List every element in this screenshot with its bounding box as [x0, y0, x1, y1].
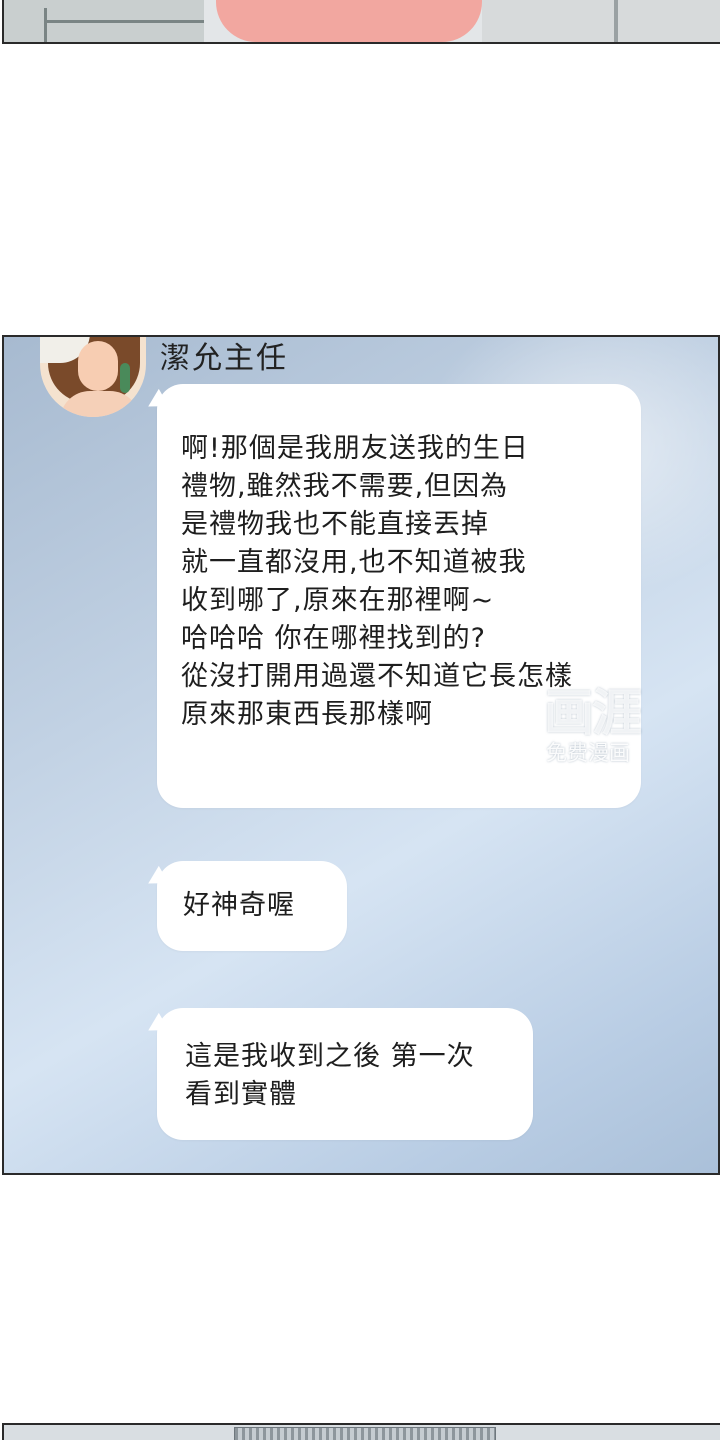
character-figure	[216, 0, 482, 42]
railing	[44, 20, 204, 23]
message-line: 這是我收到之後 第一次	[185, 1041, 475, 1072]
message-line: 啊!那個是我朋友送我的生日	[181, 433, 529, 464]
message-line: 是禮物我也不能直接丟掉	[181, 509, 489, 540]
message-line: 好神奇喔	[183, 890, 295, 921]
message-text: 這是我收到之後 第一次 看到實體	[185, 1038, 475, 1114]
contact-avatar	[40, 337, 146, 417]
watermark-logo: 画涯	[544, 684, 642, 742]
watermark: 画涯 免费漫画	[540, 673, 664, 773]
message-bubble: 這是我收到之後 第一次 看到實體	[157, 1008, 533, 1140]
message-line: 從沒打開用過還不知道它長怎樣	[181, 661, 573, 692]
background-wall	[482, 0, 720, 42]
message-bubble: 好神奇喔	[157, 861, 347, 951]
watermark-caption: 免费漫画	[546, 741, 630, 765]
comic-page: 潔允主任 啊!那個是我朋友送我的生日 禮物,雖然我不需要,但因為 是禮物我也不能…	[0, 0, 720, 1440]
message-line: 就一直都沒用,也不知道被我	[181, 547, 527, 578]
contact-name: 潔允主任	[160, 341, 288, 376]
door-frame	[614, 0, 618, 42]
ceiling-vent	[234, 1427, 496, 1440]
top-panel-illustration	[2, 0, 720, 44]
railing-post	[44, 8, 47, 42]
message-line: 原來那東西長那樣啊	[181, 699, 433, 730]
message-line: 看到實體	[185, 1079, 297, 1110]
message-text: 好神奇喔	[183, 887, 295, 925]
message-line: 收到哪了,原來在那裡啊~	[181, 585, 495, 616]
message-line: 哈哈哈 你在哪裡找到的?	[181, 623, 486, 654]
message-text: 啊!那個是我朋友送我的生日 禮物,雖然我不需要,但因為 是禮物我也不能直接丟掉 …	[181, 430, 573, 734]
message-line: 禮物,雖然我不需要,但因為	[181, 471, 509, 502]
bottom-panel-illustration	[2, 1423, 720, 1440]
chat-panel: 潔允主任 啊!那個是我朋友送我的生日 禮物,雖然我不需要,但因為 是禮物我也不能…	[2, 335, 720, 1175]
